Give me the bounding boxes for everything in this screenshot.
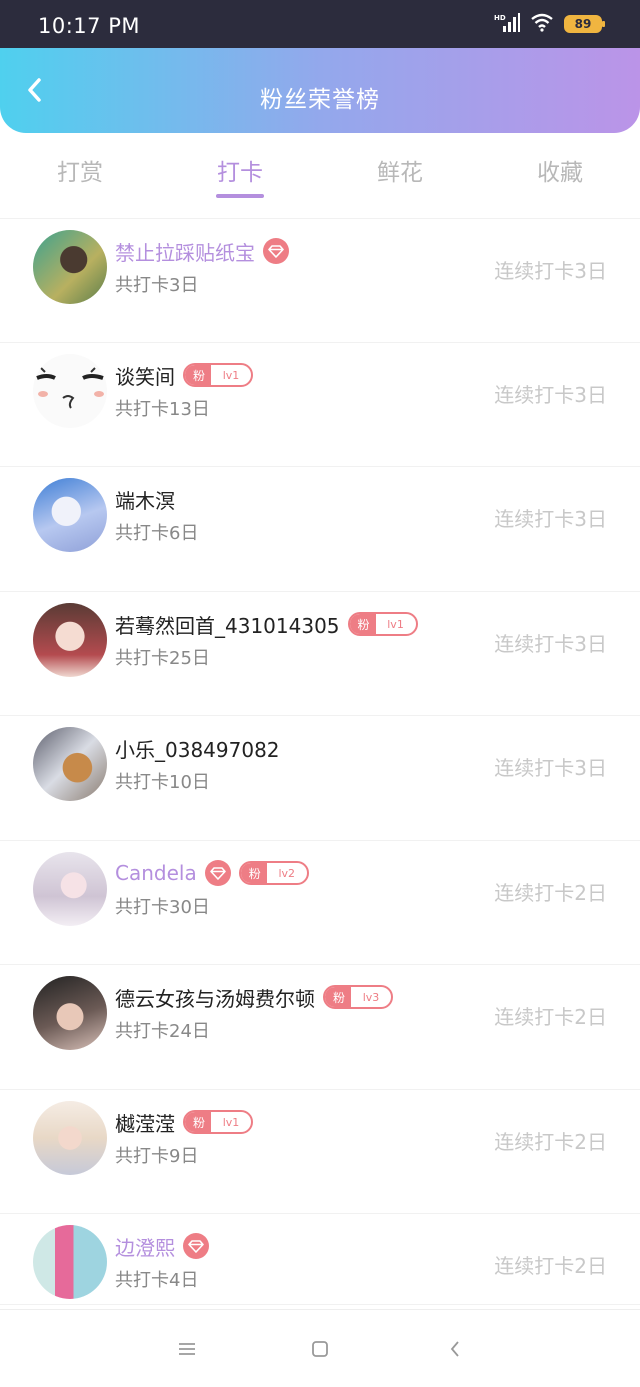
streak-label: 连续打卡2日 bbox=[494, 1005, 607, 1029]
chevron-left-icon bbox=[450, 1341, 459, 1357]
tab-bar: 打赏 打卡 鲜花 收藏 bbox=[0, 133, 640, 218]
square-icon bbox=[312, 1341, 328, 1357]
user-name: 若蓦然回首_431014305 bbox=[115, 613, 340, 638]
tab-label: 收藏 bbox=[537, 160, 583, 186]
user-name: 小乐_038497082 bbox=[115, 737, 280, 762]
avatar[interactable] bbox=[33, 354, 107, 428]
list-item[interactable]: 谈笑间 粉 lv1 共打卡13日 连续打卡3日 bbox=[0, 342, 640, 466]
tab-favorites[interactable]: 收藏 bbox=[480, 133, 640, 218]
fan-level-badge: 粉 lv1 bbox=[183, 363, 254, 387]
user-name: 谈笑间 bbox=[115, 364, 175, 389]
list-item[interactable]: 端木溟 共打卡6日 连续打卡3日 bbox=[0, 466, 640, 590]
list-item[interactable]: 边澄熙 共打卡4日 连续打卡2日 bbox=[0, 1213, 640, 1305]
streak-label: 连续打卡2日 bbox=[494, 1254, 607, 1278]
fan-level-badge: 粉 lv3 bbox=[323, 985, 394, 1009]
streak-label: 连续打卡3日 bbox=[494, 507, 607, 531]
diamond-icon bbox=[204, 860, 231, 886]
tab-label: 打赏 bbox=[57, 160, 103, 186]
system-nav-bar bbox=[0, 1309, 640, 1387]
list-item[interactable]: 小乐_038497082 共打卡10日 连续打卡3日 bbox=[0, 715, 640, 839]
system-back-button[interactable] bbox=[440, 1336, 470, 1362]
avatar[interactable] bbox=[33, 230, 107, 304]
tab-reward[interactable]: 打赏 bbox=[0, 133, 160, 218]
page-title: 粉丝荣誉榜 bbox=[260, 87, 380, 113]
list-item[interactable]: 德云女孩与汤姆费尔顿 粉 lv3 共打卡24日 连续打卡2日 bbox=[0, 964, 640, 1088]
total-checkins: 共打卡10日 bbox=[115, 772, 210, 793]
fan-level-badge: 粉 lv1 bbox=[183, 1110, 254, 1134]
user-name: 端木溟 bbox=[115, 488, 175, 513]
total-checkins: 共打卡13日 bbox=[115, 399, 210, 420]
menu-button[interactable] bbox=[172, 1336, 202, 1362]
streak-label: 连续打卡2日 bbox=[494, 881, 607, 905]
tab-flowers[interactable]: 鲜花 bbox=[320, 133, 480, 218]
signal-icon: HD bbox=[494, 12, 520, 36]
avatar[interactable] bbox=[33, 976, 107, 1050]
list-item[interactable]: 若蓦然回首_431014305 粉 lv1 共打卡25日 连续打卡3日 bbox=[0, 591, 640, 715]
tab-active-indicator bbox=[216, 194, 264, 198]
streak-label: 连续打卡2日 bbox=[494, 1130, 607, 1154]
avatar[interactable] bbox=[33, 727, 107, 801]
avatar[interactable] bbox=[33, 478, 107, 552]
streak-label: 连续打卡3日 bbox=[494, 756, 607, 780]
diamond-icon bbox=[263, 238, 289, 264]
user-name: 禁止拉踩贴纸宝 bbox=[115, 240, 255, 265]
battery-icon: 89 bbox=[564, 15, 605, 33]
list-item[interactable]: 樾滢滢 粉 lv1 共打卡9日 连续打卡2日 bbox=[0, 1089, 640, 1213]
tab-checkin[interactable]: 打卡 bbox=[160, 133, 320, 218]
total-checkins: 共打卡6日 bbox=[115, 523, 199, 544]
streak-label: 连续打卡3日 bbox=[494, 383, 607, 407]
svg-text:HD: HD bbox=[494, 14, 506, 22]
total-checkins: 共打卡3日 bbox=[115, 275, 199, 296]
menu-icon bbox=[179, 1343, 195, 1355]
streak-label: 连续打卡3日 bbox=[494, 259, 607, 283]
status-time: 10:17 PM bbox=[38, 14, 140, 38]
diamond-icon bbox=[183, 1233, 209, 1259]
total-checkins: 共打卡30日 bbox=[115, 897, 210, 918]
wifi-icon bbox=[530, 12, 554, 36]
user-name: 樾滢滢 bbox=[115, 1111, 175, 1136]
avatar[interactable] bbox=[33, 603, 107, 677]
avatar[interactable] bbox=[33, 1101, 107, 1175]
user-name: 边澄熙 bbox=[115, 1235, 175, 1260]
tab-label: 鲜花 bbox=[377, 160, 423, 186]
header: 10:17 PM HD 89 粉丝荣誉榜 bbox=[0, 0, 640, 133]
user-name: 德云女孩与汤姆费尔顿 bbox=[115, 986, 315, 1011]
avatar[interactable] bbox=[33, 852, 107, 926]
total-checkins: 共打卡25日 bbox=[115, 648, 210, 669]
user-name: Candela bbox=[115, 861, 197, 885]
list-item[interactable]: 禁止拉踩贴纸宝 共打卡3日 连续打卡3日 bbox=[0, 218, 640, 342]
list-item[interactable]: Candela 粉 lv2 共打卡30日 连续打卡2日 bbox=[0, 840, 640, 964]
status-icons: HD 89 bbox=[494, 12, 605, 36]
fan-level-badge: 粉 lv2 bbox=[238, 861, 309, 885]
total-checkins: 共打卡9日 bbox=[115, 1146, 199, 1167]
tab-label: 打卡 bbox=[217, 160, 263, 186]
status-bar: 10:17 PM HD 89 bbox=[0, 0, 640, 48]
total-checkins: 共打卡4日 bbox=[115, 1270, 199, 1291]
home-button[interactable] bbox=[305, 1336, 335, 1362]
navbar: 粉丝荣誉榜 bbox=[0, 48, 640, 133]
fan-level-badge: 粉 lv1 bbox=[347, 612, 418, 636]
avatar[interactable] bbox=[33, 1225, 107, 1299]
streak-label: 连续打卡3日 bbox=[494, 632, 607, 656]
total-checkins: 共打卡24日 bbox=[115, 1021, 210, 1042]
